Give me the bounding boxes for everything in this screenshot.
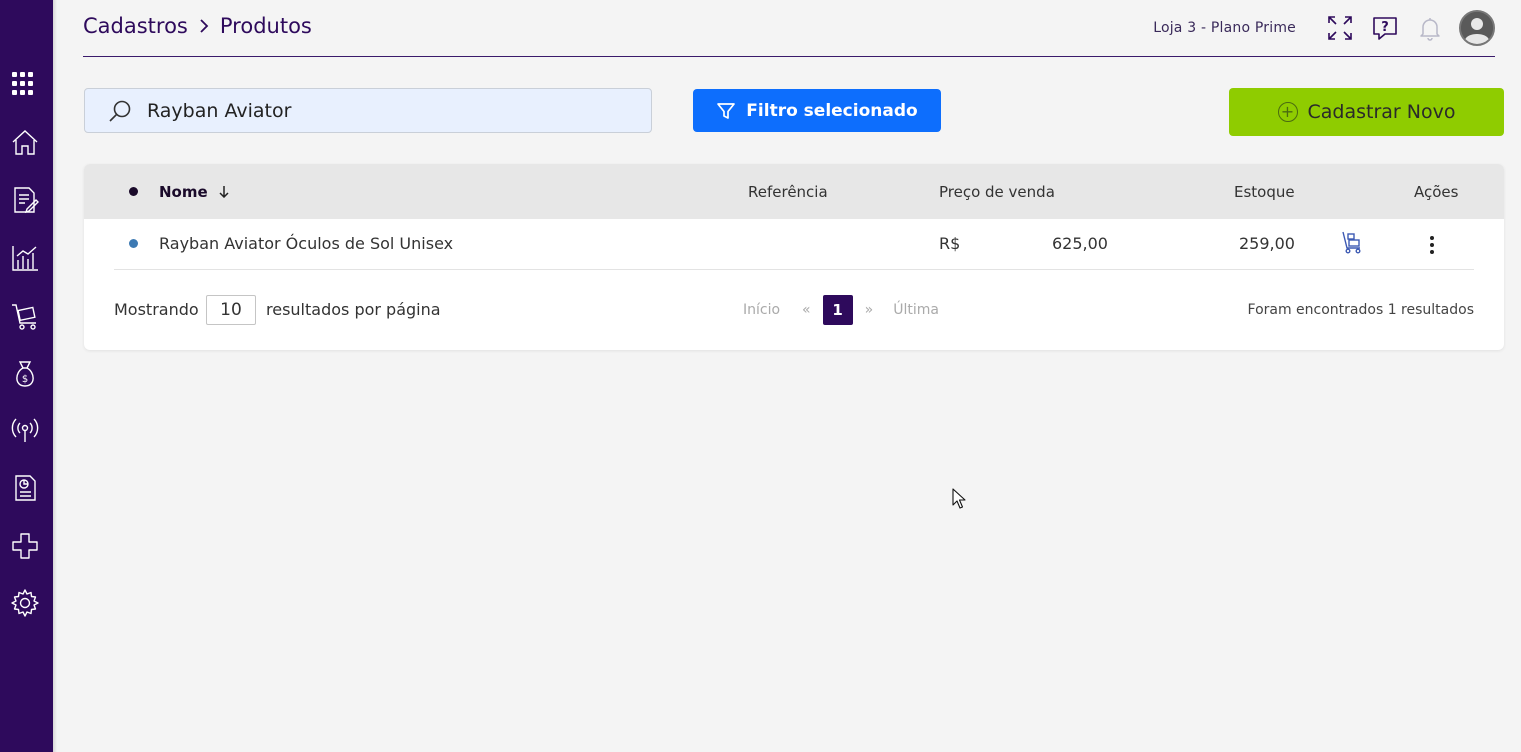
results-count: Foram encontrados 1 resultados	[1247, 302, 1474, 318]
svg-text:?: ?	[1381, 20, 1389, 35]
broadcast-icon[interactable]	[9, 414, 41, 446]
bell-icon[interactable]	[1415, 13, 1445, 43]
product-name: Rayban Aviator Óculos de Sol Unisex	[159, 234, 454, 253]
fullscreen-icon[interactable]	[1325, 13, 1355, 43]
column-actions: Ações	[1414, 183, 1459, 201]
product-stock: 259,00	[1239, 234, 1295, 253]
row-divider	[114, 269, 1474, 270]
breadcrumb-produtos: Produtos	[219, 14, 312, 38]
column-reference[interactable]: Referência	[748, 183, 828, 201]
avatar[interactable]	[1459, 10, 1495, 46]
mouse-cursor-icon	[952, 488, 966, 514]
add-new-button[interactable]: + Cadastrar Novo	[1229, 88, 1504, 136]
svg-text:$: $	[22, 374, 28, 385]
add-new-button-label: Cadastrar Novo	[1307, 101, 1456, 123]
integrations-icon[interactable]	[9, 530, 41, 562]
page-header: Cadastros Produtos Loja 3 - Plano Prime …	[83, 0, 1495, 57]
search-box	[84, 88, 652, 133]
status-dot-icon	[129, 187, 138, 196]
filter-icon	[717, 102, 736, 119]
showing-label: Mostrando	[114, 300, 199, 319]
breadcrumb: Cadastros Produtos	[83, 14, 312, 38]
chevron-right-icon	[198, 18, 210, 34]
table-header: Nome Referência Preço de venda Estoque A…	[84, 164, 1504, 219]
sidebar-shadow	[53, 0, 57, 752]
column-name-label: Nome	[159, 183, 208, 201]
column-price[interactable]: Preço de venda	[939, 183, 1055, 201]
table-row[interactable]: Rayban Aviator Óculos de Sol Unisex R$ 6…	[84, 219, 1504, 270]
products-table-card: Nome Referência Preço de venda Estoque A…	[84, 164, 1504, 350]
pagination-bar: Mostrando 10 resultados por página Iníci…	[84, 294, 1504, 326]
money-bag-icon[interactable]: $	[9, 358, 41, 390]
column-stock[interactable]: Estoque	[1234, 183, 1295, 201]
page-first[interactable]: Início	[743, 302, 780, 318]
breadcrumb-cadastros[interactable]: Cadastros	[83, 14, 188, 38]
help-icon[interactable]: ?	[1370, 13, 1400, 43]
apps-grid-icon[interactable]	[9, 68, 41, 100]
page-next[interactable]: »	[865, 302, 874, 318]
column-name[interactable]: Nome	[159, 183, 230, 201]
report-icon[interactable]	[9, 472, 41, 504]
store-label[interactable]: Loja 3 - Plano Prime	[1153, 20, 1296, 36]
per-page-suffix: resultados por página	[266, 300, 441, 319]
status-dot-icon	[129, 239, 138, 248]
chart-icon[interactable]	[9, 242, 41, 274]
filter-button[interactable]: Filtro selecionado	[693, 89, 941, 132]
price-currency: R$	[939, 234, 961, 253]
header-actions: Loja 3 - Plano Prime ?	[1153, 10, 1495, 46]
page-prev[interactable]: «	[802, 302, 811, 318]
settings-gear-icon[interactable]	[9, 587, 41, 619]
document-edit-icon[interactable]	[9, 184, 41, 216]
search-input[interactable]	[147, 99, 607, 122]
row-actions-menu-icon[interactable]	[1430, 236, 1434, 254]
page-current[interactable]: 1	[822, 295, 853, 325]
pager: Início « 1 » Última	[743, 295, 939, 325]
filter-button-label: Filtro selecionado	[746, 100, 918, 121]
home-icon[interactable]	[9, 126, 41, 158]
cart-icon[interactable]	[9, 300, 41, 332]
search-icon	[107, 98, 133, 124]
sidebar: $	[0, 0, 53, 752]
stock-cart-icon[interactable]	[1340, 230, 1362, 258]
per-page-select[interactable]: 10	[206, 295, 256, 325]
plus-circle-icon: +	[1277, 102, 1298, 122]
product-price: 625,00	[1052, 234, 1108, 253]
arrow-down-icon	[219, 186, 229, 199]
page-last[interactable]: Última	[893, 302, 939, 318]
